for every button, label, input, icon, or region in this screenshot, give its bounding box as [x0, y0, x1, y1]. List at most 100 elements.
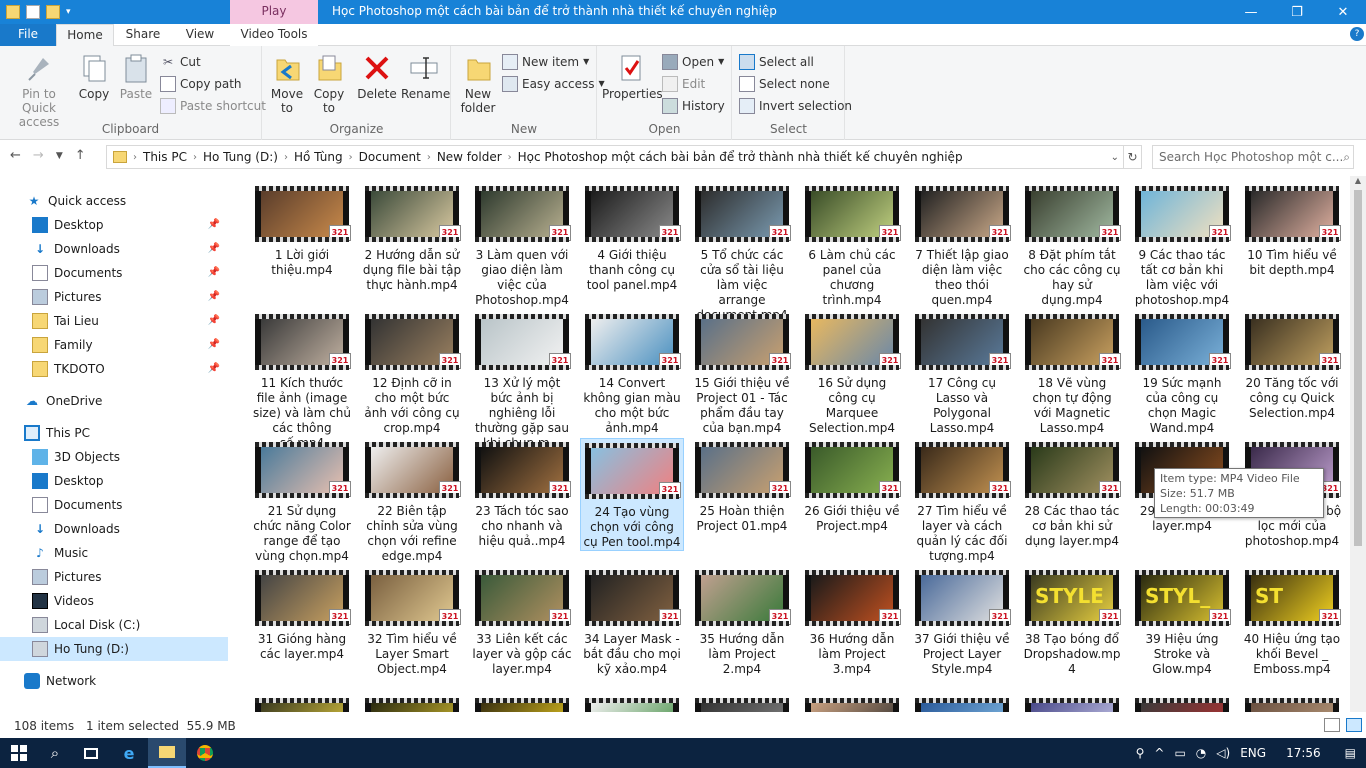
file-item[interactable]: 321 37 Giới thiệu về Project Layer Style.… — [910, 566, 1014, 677]
vertical-scrollbar[interactable]: ▲ — [1350, 176, 1366, 712]
file-item[interactable] — [1130, 694, 1234, 712]
select-all-button[interactable]: Select all — [739, 52, 814, 72]
nav-pc-music[interactable]: ♪ Music — [0, 541, 228, 565]
nav-quick-tai-lieu[interactable]: Tai Lieu 📌 — [0, 309, 228, 333]
file-item[interactable]: 321 11 Kích thước file ảnh (image size) v… — [250, 310, 354, 451]
paste-button[interactable]: Paste — [116, 52, 156, 101]
file-item[interactable]: 321 23 Tách tóc sao cho nhanh và hiệu quả… — [470, 438, 574, 549]
file-item[interactable] — [690, 694, 794, 712]
new-item-button[interactable]: New item ▼ — [502, 52, 589, 72]
large-icons-view-icon[interactable] — [1346, 718, 1362, 732]
scrollbar-thumb[interactable] — [1354, 190, 1362, 546]
paste-shortcut-button[interactable]: Paste shortcut — [160, 96, 266, 116]
properties-icon[interactable] — [26, 5, 40, 19]
new-folder-icon[interactable] — [46, 5, 60, 19]
nav-pc-drive-d[interactable]: Ho Tung (D:) — [0, 637, 228, 661]
file-item[interactable]: STYLE 321 38 Tạo bóng đổ Dropshadow.mp4 — [1020, 566, 1124, 677]
tab-video-tools[interactable]: Video Tools — [230, 24, 318, 46]
file-item[interactable]: 321 1 Lời giới thiệu.mp4 — [250, 182, 354, 278]
clock[interactable]: 17:56 — [1286, 746, 1321, 760]
new-folder-button[interactable]: New folder — [458, 52, 498, 115]
up-arrow-icon[interactable]: ↑ — [75, 148, 86, 165]
file-item[interactable] — [800, 694, 904, 712]
file-item[interactable]: 321 8 Đặt phím tắt cho các công cụ hay sử… — [1020, 182, 1124, 308]
address-bar[interactable]: › This PC › Ho Tung (D:) › Hồ Tùng › Docume… — [106, 145, 1124, 169]
task-view-icon[interactable] — [72, 738, 110, 768]
tab-file[interactable]: File — [0, 24, 56, 46]
file-item[interactable]: 321 35 Hướng dẫn làm Project 2.mp4 — [690, 566, 794, 677]
file-item[interactable]: 321 36 Hướng dẫn làm Project 3.mp4 — [800, 566, 904, 677]
copy-path-button[interactable]: Copy path — [160, 74, 242, 94]
file-item[interactable] — [1240, 694, 1344, 712]
nav-this-pc[interactable]: This PC — [0, 421, 228, 445]
tab-home[interactable]: Home — [56, 24, 114, 47]
nav-quick-access[interactable]: ★ Quick access — [0, 189, 228, 213]
file-item[interactable]: 321 14 Convert không gian màu cho một bức… — [580, 310, 684, 436]
battery-icon[interactable]: ▭ — [1174, 746, 1185, 760]
file-item[interactable] — [360, 694, 464, 712]
customize-toolbar-icon[interactable]: ▾ — [66, 7, 71, 17]
file-item[interactable]: 321 20 Tăng tốc với công cụ Quick Selecti… — [1240, 310, 1344, 421]
move-to-button[interactable]: Move to — [269, 52, 305, 115]
nav-pc-videos[interactable]: Videos — [0, 589, 228, 613]
file-item[interactable]: 321 16 Sử dụng công cụ Marquee Selection.… — [800, 310, 904, 436]
tab-view[interactable]: View — [172, 24, 228, 46]
nav-quick-family[interactable]: Family 📌 — [0, 333, 228, 357]
rename-button[interactable]: Rename — [401, 52, 450, 101]
file-item[interactable]: 321 3 Làm quen với giao diện làm việc của… — [470, 182, 574, 308]
copy-button[interactable]: Copy — [76, 52, 112, 101]
cut-button[interactable]: ✂ Cut — [160, 52, 201, 72]
pin-icon[interactable]: 📌 — [208, 237, 220, 261]
file-explorer-icon[interactable] — [148, 738, 186, 768]
pin-icon[interactable]: 📌 — [208, 309, 220, 333]
file-item[interactable] — [580, 694, 684, 712]
easy-access-button[interactable]: Easy access ▼ — [502, 74, 605, 94]
file-item[interactable]: 321 32 Tìm hiểu về Layer Smart Object.mp4 — [360, 566, 464, 677]
breadcrumb-ho-tung[interactable]: Hồ Tùng — [288, 150, 349, 164]
nav-pc-desktop[interactable]: Desktop — [0, 469, 228, 493]
help-icon[interactable]: ? — [1350, 27, 1364, 41]
file-item[interactable]: 321 6 Làm chủ các panel của chương trình.… — [800, 182, 904, 308]
file-item[interactable]: 321 2 Hướng dẫn sử dụng file bài tập thực… — [360, 182, 464, 293]
minimize-button[interactable]: — — [1228, 0, 1274, 24]
copy-to-button[interactable]: Copy to — [311, 52, 347, 115]
breadcrumb-this-pc[interactable]: This PC — [137, 150, 193, 164]
file-item[interactable]: ST 321 40 Hiệu ứng tạo khối Bevel _ Emboss… — [1240, 566, 1344, 677]
file-item[interactable] — [1020, 694, 1124, 712]
maximize-button[interactable]: ❐ — [1274, 0, 1320, 24]
pin-icon[interactable]: 📌 — [208, 333, 220, 357]
file-item[interactable]: 321 25 Hoàn thiện Project 01.mp4 — [690, 438, 794, 534]
breadcrumb-drive-d[interactable]: Ho Tung (D:) — [197, 150, 284, 164]
start-windows-icon[interactable] — [0, 738, 38, 768]
nav-pc-pictures[interactable]: Pictures — [0, 565, 228, 589]
file-item[interactable]: 321 24 Tạo vùng chọn với công cụ Pen tool… — [580, 438, 684, 551]
close-button[interactable]: ✕ — [1320, 0, 1366, 24]
file-item[interactable]: 321 31 Gióng hàng các layer.mp4 — [250, 566, 354, 662]
nav-quick-downloads[interactable]: ↓ Downloads 📌 — [0, 237, 228, 261]
open-button[interactable]: Open ▼ — [662, 52, 724, 72]
file-item[interactable]: 321 13 Xử lý một bức ảnh bị nghiêng lỗi t… — [470, 310, 574, 451]
nav-pc-local-disk-c[interactable]: Local Disk (C:) — [0, 613, 228, 637]
file-item[interactable]: 321 7 Thiết lập giao diện làm việc theo t… — [910, 182, 1014, 308]
language-indicator[interactable]: ENG — [1240, 746, 1266, 760]
file-item[interactable]: 321 22 Biên tập chỉnh sửa vùng chọn với r… — [360, 438, 464, 564]
file-item[interactable] — [910, 694, 1014, 712]
network-icon[interactable]: ◔ — [1196, 746, 1206, 760]
volume-icon[interactable]: ◁) — [1216, 746, 1230, 760]
nav-quick-pictures[interactable]: Pictures 📌 — [0, 285, 228, 309]
back-arrow-icon[interactable]: ← — [10, 148, 21, 165]
edge-icon[interactable]: e — [110, 738, 148, 768]
invert-selection-button[interactable]: Invert selection — [739, 96, 852, 116]
file-item[interactable]: 321 4 Giới thiệu thanh công cụ tool panel… — [580, 182, 684, 293]
file-item[interactable]: 321 19 Sức mạnh của công cụ chọn Magic Wa… — [1130, 310, 1234, 436]
delete-button[interactable]: Delete — [357, 52, 397, 101]
pin-icon[interactable]: 📌 — [208, 261, 220, 285]
file-item[interactable]: 321 27 Tìm hiểu về layer và cách quản lý … — [910, 438, 1014, 564]
history-button[interactable]: History — [662, 96, 725, 116]
file-item[interactable]: STYL_ 321 39 Hiệu ứng Stroke và Glow.mp4 — [1130, 566, 1234, 677]
nav-onedrive[interactable]: ☁ OneDrive — [0, 389, 228, 413]
file-item[interactable]: 321 18 Vẽ vùng chọn tự động với Magnetic … — [1020, 310, 1124, 436]
show-hidden-icons-icon[interactable]: ^ — [1154, 746, 1164, 760]
pin-icon[interactable]: 📌 — [208, 213, 220, 237]
folder-icon[interactable] — [6, 5, 20, 19]
